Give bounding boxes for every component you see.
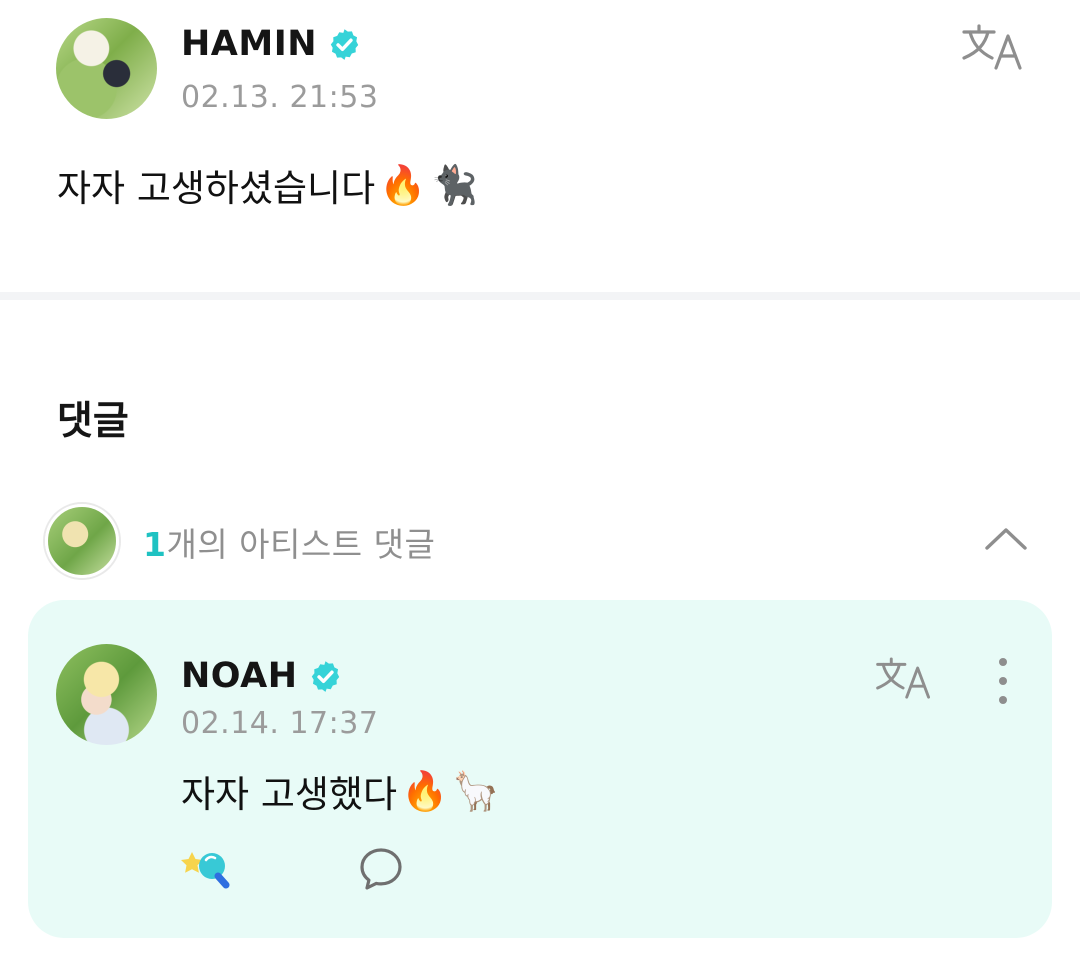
comment-author-avatar[interactable]: [56, 644, 157, 745]
speech-bubble-icon[interactable]: [358, 846, 404, 892]
post-author: HAMIN: [181, 22, 362, 66]
post-author-name[interactable]: HAMIN: [181, 24, 317, 64]
more-vertical-icon[interactable]: [988, 658, 1018, 704]
artist-comments-toggle[interactable]: 1개의 아티스트 댓글: [45, 504, 1045, 578]
post-author-avatar[interactable]: [56, 18, 157, 119]
artist-comment-card: NOAH 02.14. 17:37 자자 고생했다 🔥 🦙: [28, 600, 1052, 938]
fire-emoji: 🔥: [401, 769, 449, 813]
verified-badge-icon: [311, 660, 339, 692]
post-text: 자자 고생하셨습니다: [57, 167, 376, 210]
section-divider: [0, 292, 1080, 300]
artist-comment-label: 개의 아티스트 댓글: [166, 525, 436, 564]
artist-comment-number: 1: [143, 525, 167, 564]
translate-icon[interactable]: [874, 654, 934, 702]
comment-author: NOAH: [181, 654, 343, 698]
comment-body: 자자 고생했다 🔥 🦙: [181, 764, 500, 818]
comment-author-name[interactable]: NOAH: [181, 656, 298, 696]
fire-emoji: 🔥: [379, 163, 427, 207]
llama-emoji: 🦙: [452, 769, 500, 813]
chevron-up-icon[interactable]: [983, 518, 1029, 558]
comment-timestamp: 02.14. 17:37: [181, 706, 379, 741]
artist-avatar: [45, 504, 119, 578]
reaction-icon[interactable]: [178, 846, 234, 890]
translate-icon[interactable]: [960, 22, 1026, 72]
post-detail-page: HAMIN 02.13. 21:53 자자 고생하셨습니다 🔥 🐈‍⬛ 댓글 1…: [0, 0, 1080, 967]
comment-text: 자자 고생했다: [181, 773, 398, 816]
comments-heading: 댓글: [57, 399, 129, 444]
post-body: 자자 고생하셨습니다 🔥 🐈‍⬛: [57, 158, 478, 212]
verified-badge-icon: [330, 28, 359, 60]
post-timestamp: 02.13. 21:53: [181, 80, 379, 115]
artist-comment-count: 1개의 아티스트 댓글: [143, 518, 435, 566]
black-cat-emoji: 🐈‍⬛: [430, 163, 478, 207]
